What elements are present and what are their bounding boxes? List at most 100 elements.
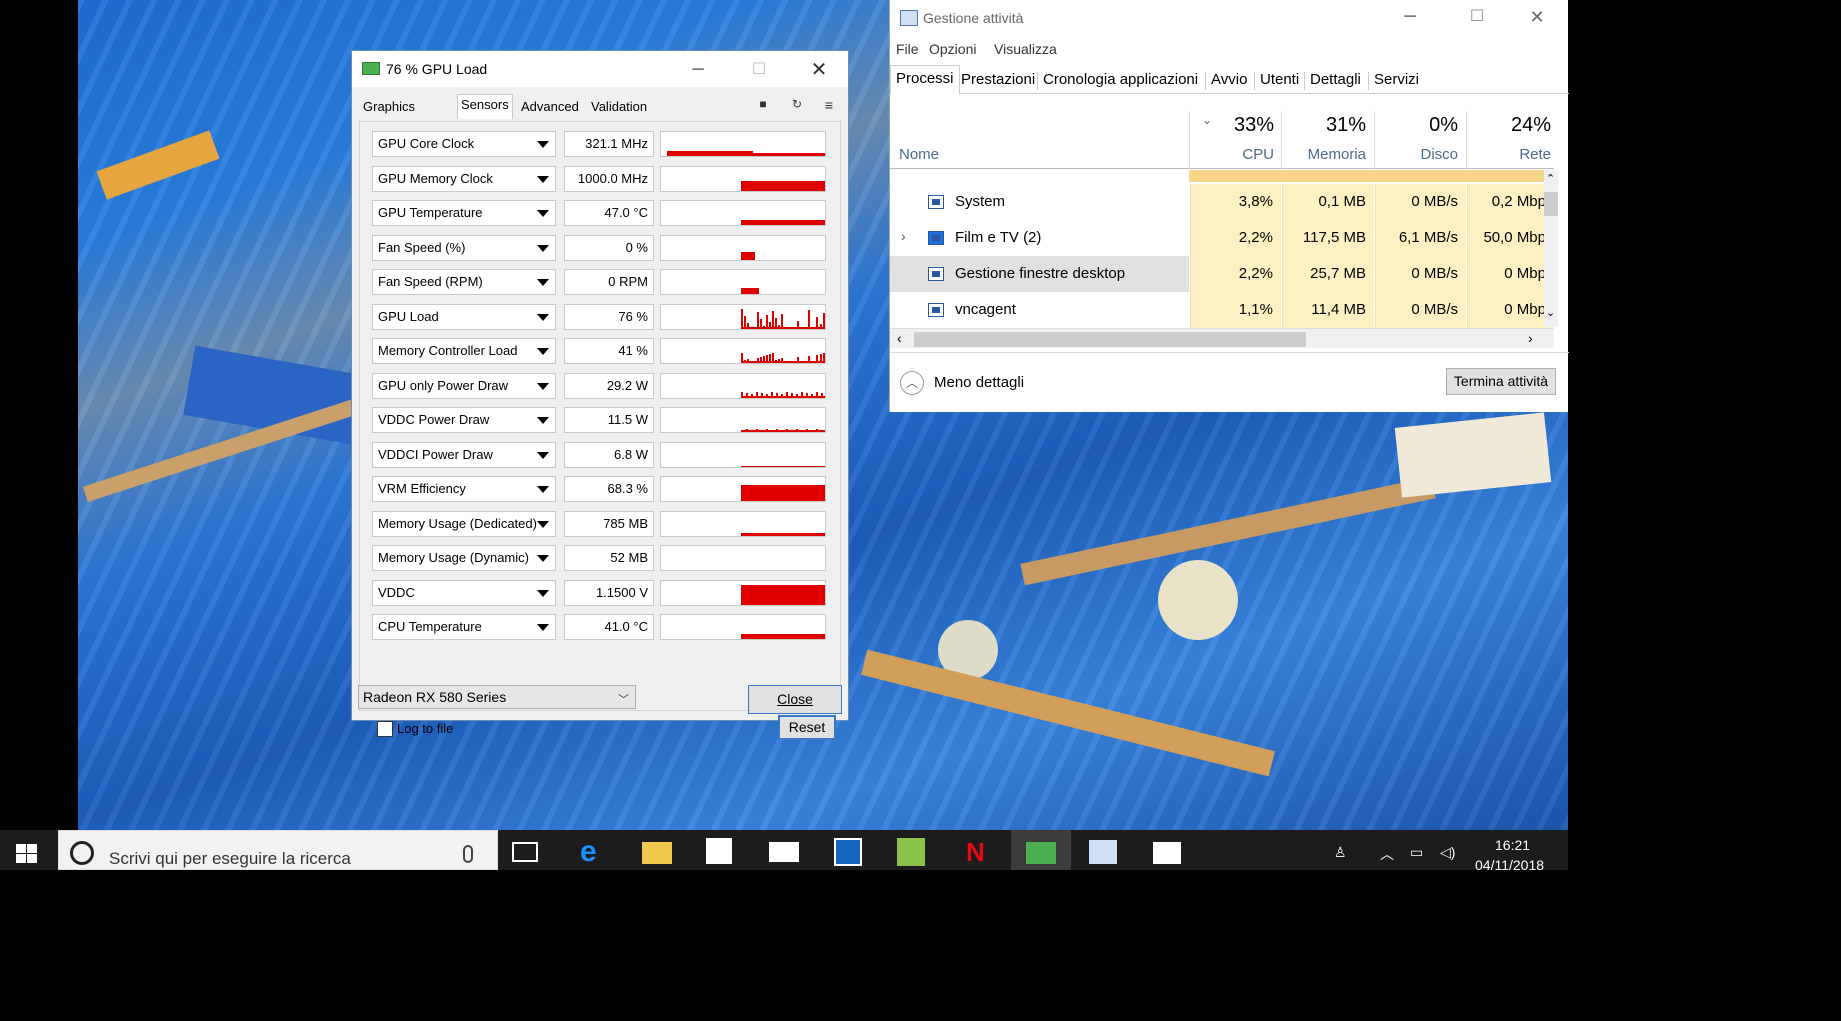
chevron-left-icon[interactable]: ‹ (897, 330, 902, 346)
column-network[interactable]: Rete (1467, 146, 1551, 163)
dropdown-arrow-icon[interactable] (537, 589, 549, 597)
tab-app-history[interactable]: Cronologia applicazioni (1043, 71, 1198, 88)
menu-options[interactable]: Opzioni (929, 41, 976, 57)
sensor-name-dropdown[interactable]: GPU Core Clock (372, 131, 556, 157)
gpuz-titlebar[interactable]: 76 % GPU Load ─ ☐ ✕ (352, 51, 848, 87)
chevron-up-icon[interactable]: ⌃ (1546, 172, 1555, 185)
tab-startup[interactable]: Avvio (1211, 71, 1247, 88)
chevron-down-icon[interactable]: ⌄ (1546, 306, 1555, 319)
sensor-name-dropdown[interactable]: VDDCI Power Draw (372, 441, 556, 468)
horizontal-scrollbar[interactable]: ‹ › (890, 328, 1554, 348)
minimize-icon[interactable]: ─ (1387, 4, 1433, 30)
chevron-up-circle-icon[interactable]: ︿ (900, 371, 924, 395)
dropdown-arrow-icon[interactable] (537, 451, 549, 459)
windows-start-icon[interactable] (16, 844, 38, 864)
clock-date[interactable]: 04/11/2018 (1475, 857, 1544, 873)
dropdown-arrow-icon[interactable] (537, 313, 549, 321)
tab-validation[interactable]: Validation (588, 97, 650, 119)
close-icon[interactable]: ✕ (1514, 4, 1560, 30)
column-disk[interactable]: Disco (1375, 146, 1458, 163)
column-memory[interactable]: Memoria (1282, 146, 1366, 163)
sensor-name-dropdown[interactable]: VDDC (372, 579, 556, 606)
tab-services[interactable]: Servizi (1374, 71, 1419, 88)
dropdown-arrow-icon[interactable] (537, 210, 549, 217)
dropdown-arrow-icon[interactable] (537, 382, 549, 390)
store-icon[interactable] (706, 838, 732, 864)
gpuz-icon[interactable] (1026, 842, 1056, 864)
sensor-name-dropdown[interactable]: CPU Temperature (372, 614, 556, 640)
chevron-right-icon[interactable]: › (1528, 330, 1533, 346)
end-task-button[interactable]: Termina attività (1446, 368, 1556, 395)
tab-details[interactable]: Dettagli (1310, 71, 1361, 88)
people-icon[interactable]: ♙ (1334, 844, 1347, 861)
dropdown-arrow-icon[interactable] (537, 175, 549, 183)
dropdown-arrow-icon[interactable] (537, 417, 549, 424)
edge-icon[interactable]: e (580, 837, 610, 867)
dropdown-arrow-icon[interactable] (537, 520, 549, 528)
task-view-icon[interactable] (512, 842, 538, 862)
maximize-icon[interactable]: ☐ (736, 57, 782, 83)
tab-users[interactable]: Utenti (1260, 71, 1299, 88)
vertical-scrollbar[interactable]: ⌃ ⌄ (1544, 170, 1558, 327)
app-blue-icon[interactable] (834, 838, 862, 866)
tab-advanced[interactable]: Advanced (518, 97, 582, 119)
netflix-icon[interactable]: N (966, 838, 996, 866)
scrollbar-thumb[interactable] (1544, 192, 1558, 216)
sensor-name-dropdown[interactable]: Fan Speed (RPM) (372, 269, 556, 295)
process-row[interactable]: Gestione finestre desktop 2,2% 25,7 MB 0 MB… (890, 256, 1554, 292)
microphone-icon[interactable] (463, 845, 473, 863)
dropdown-arrow-icon[interactable] (537, 348, 549, 355)
file-explorer-icon[interactable] (642, 842, 672, 864)
film-tv-icon[interactable] (1153, 842, 1181, 864)
dropdown-arrow-icon[interactable] (537, 555, 549, 562)
mail-icon[interactable] (769, 842, 799, 862)
sensor-name-dropdown[interactable]: GPU Load (372, 303, 556, 330)
sensor-name-dropdown[interactable]: Memory Usage (Dynamic) (372, 545, 556, 571)
tab-processes[interactable]: Processi (890, 65, 960, 95)
minimize-icon[interactable]: ─ (675, 57, 721, 83)
network-icon[interactable]: ▭ (1410, 844, 1423, 861)
task-manager-icon[interactable] (1089, 840, 1117, 864)
process-row[interactable]: › Film e TV (2) 2,2% 117,5 MB 6,1 MB/s 50,0 M… (890, 220, 1554, 256)
column-name[interactable]: Nome (899, 146, 939, 163)
cortana-icon[interactable] (70, 841, 94, 865)
camera-icon[interactable]: ■ (754, 97, 772, 113)
sensor-name-dropdown[interactable]: VRM Efficiency (372, 476, 556, 502)
tab-graphics-card[interactable]: Graphics Card (360, 97, 418, 134)
process-name-cell[interactable]: › Film e TV (2) (890, 220, 1189, 256)
scrollbar-thumb[interactable] (914, 332, 1306, 347)
tab-performance[interactable]: Prestazioni (961, 71, 1035, 88)
volume-icon[interactable]: ◁) (1440, 844, 1455, 861)
column-cpu[interactable]: CPU (1190, 146, 1274, 163)
sensor-name-dropdown[interactable]: Fan Speed (%) (372, 234, 556, 261)
sensor-name-dropdown[interactable]: GPU Memory Clock (372, 165, 556, 192)
dropdown-arrow-icon[interactable] (537, 624, 549, 631)
reset-button[interactable]: Reset (778, 715, 836, 740)
sensor-name-dropdown[interactable]: GPU Temperature (372, 200, 556, 226)
maximize-icon[interactable]: ☐ (1454, 4, 1500, 30)
close-icon[interactable]: ✕ (796, 57, 842, 83)
tab-sensors[interactable]: Sensors (457, 94, 513, 119)
process-row[interactable]: vncagent 1,1% 11,4 MB 0 MB/s 0 Mbp (890, 292, 1554, 328)
sensor-name-dropdown[interactable]: Memory Controller Load (372, 338, 556, 364)
gpu-select[interactable]: Radeon RX 580 Series ﹀ (358, 685, 636, 709)
app-green-icon[interactable] (897, 838, 925, 866)
sensor-name-dropdown[interactable]: Memory Usage (Dedicated) (372, 510, 556, 537)
process-name-cell[interactable]: vncagent (890, 292, 1189, 328)
menu-file[interactable]: File (896, 41, 919, 57)
log-to-file-checkbox[interactable] (377, 721, 393, 737)
sensor-name-dropdown[interactable]: VDDC Power Draw (372, 407, 556, 433)
close-button[interactable]: Close (748, 685, 842, 714)
menu-icon[interactable]: ≡ (820, 97, 838, 113)
dropdown-arrow-icon[interactable] (537, 244, 549, 252)
sensor-name-dropdown[interactable]: GPU only Power Draw (372, 372, 556, 399)
menu-view[interactable]: Visualizza (994, 41, 1057, 57)
dropdown-arrow-icon[interactable] (537, 279, 549, 286)
refresh-icon[interactable]: ↻ (788, 97, 806, 113)
process-name-cell[interactable]: System (890, 184, 1189, 220)
chevron-up-icon[interactable]: ︿ (1380, 844, 1394, 864)
dropdown-arrow-icon[interactable] (537, 486, 549, 493)
chevron-right-icon[interactable]: › (901, 228, 906, 244)
clock-time[interactable]: 16:21 (1495, 837, 1530, 853)
process-name-cell[interactable]: Gestione finestre desktop (890, 256, 1189, 292)
